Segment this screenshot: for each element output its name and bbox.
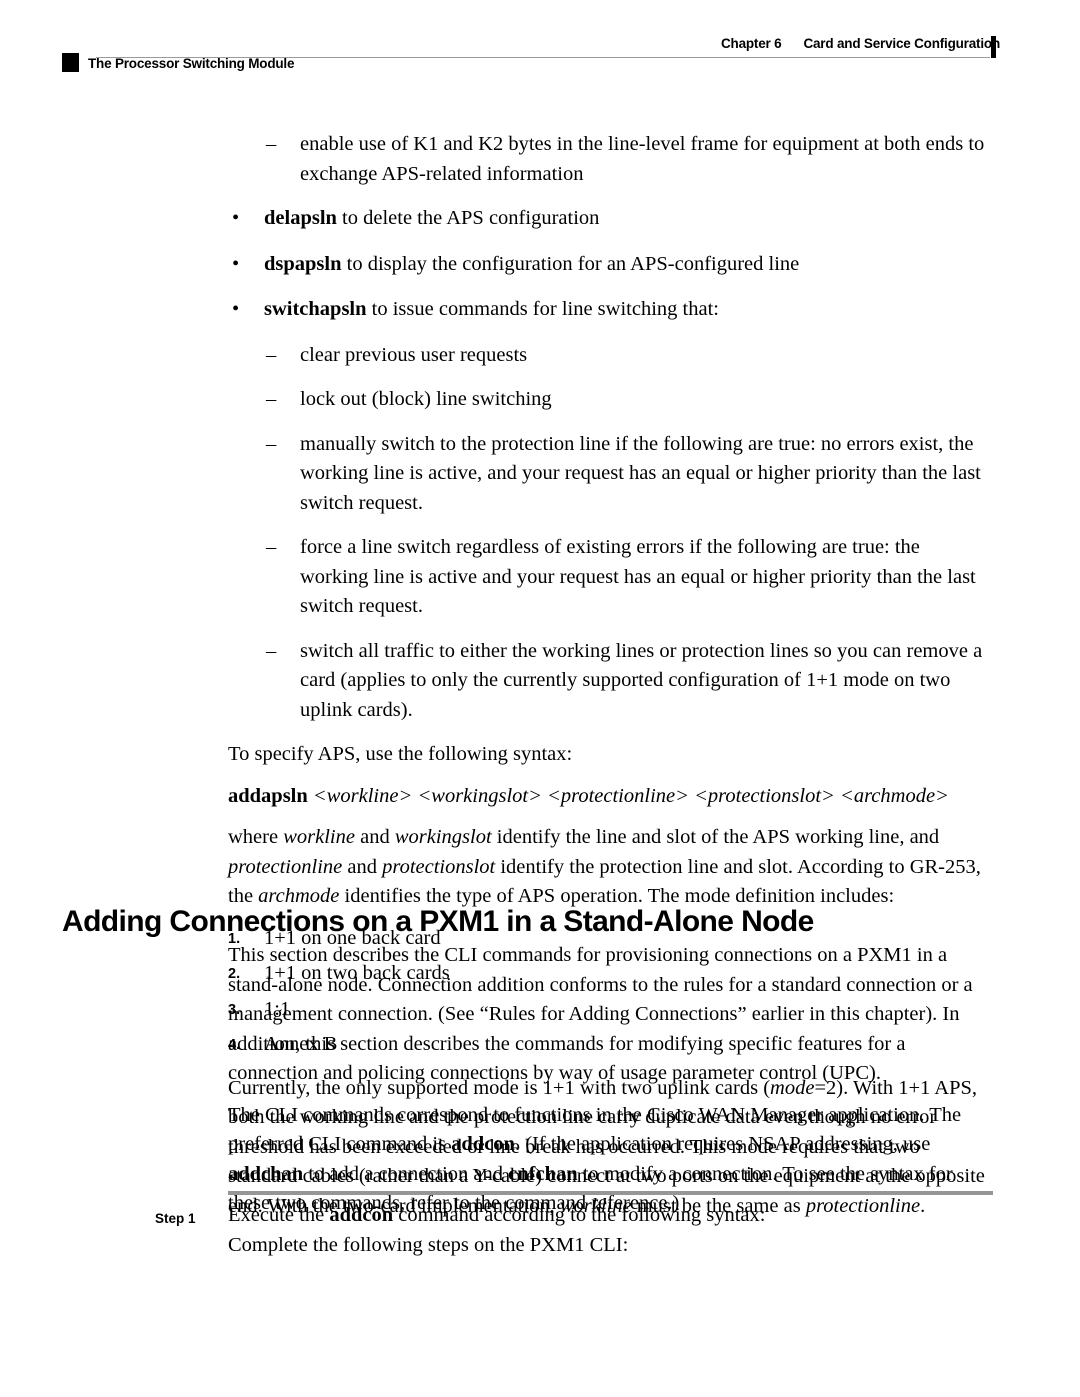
cli-command-1: addcon [451, 1133, 515, 1155]
syntax-command: addapsln [228, 784, 308, 807]
list-item: – enable use of K1 and K2 bytes in the l… [264, 130, 992, 189]
command-name: dspapsln [264, 252, 342, 275]
document-page: Chapter 6 Card and Service Configuration … [0, 0, 1080, 1397]
list-item-text: to display the configuration for an APS-… [341, 252, 800, 275]
where-italic-3: protectionline [228, 855, 343, 878]
dash-marker: – [266, 343, 277, 366]
step-divider [228, 1191, 993, 1195]
header-chapter-line: Chapter 6 Card and Service Configuration [64, 36, 1000, 51]
where-italic-2: workingslot [394, 826, 492, 848]
list-item: • dspapsln to display the configuration … [228, 250, 992, 280]
list-item-text: enable use of K1 and K2 bytes in the lin… [300, 133, 985, 185]
syntax-arguments: <workline> <workingslot> <protectionline… [312, 784, 949, 807]
step-text-1: Execute the [228, 1204, 330, 1226]
cli-text-2: . (If the application requires NSAP addr… [514, 1133, 931, 1155]
dash-marker: – [266, 133, 277, 155]
list-item-text: force a line switch regardless of existi… [300, 536, 976, 617]
list-item: • switchapsln to issue commands for line… [228, 295, 992, 325]
list-item: – force a line switch regardless of exis… [264, 533, 992, 622]
page-footer: Cisco MGX 8230 Edge Concentrator Install… [0, 1290, 1080, 1397]
where-text-6: identifies the type of APS operation. Th… [339, 885, 895, 907]
header-square-marker-icon [62, 53, 79, 72]
list-item-text: clear previous user requests [300, 343, 528, 366]
list-item: – lock out (block) line switching [264, 385, 992, 415]
list-item: • delapsln to delete the APS configurati… [228, 204, 992, 234]
dash-marker: – [266, 639, 277, 662]
syntax-line: addapsln <workline> <workingslot> <prote… [228, 782, 992, 812]
syntax-intro-paragraph: To specify APS, use the following syntax… [228, 743, 573, 765]
list-item-text: switch all traffic to either the working… [300, 639, 983, 721]
header-chapter-title: Card and Service Configuration [803, 36, 1000, 51]
command-name: delapsln [264, 207, 337, 229]
list-item-text: to issue commands for line switching tha… [366, 298, 719, 320]
cli-command-3: cnfchan [508, 1162, 578, 1185]
list-item-text: lock out (block) line switching [300, 388, 552, 410]
command-name: switchapsln [264, 298, 367, 320]
where-italic-4: protectionslot [382, 855, 496, 878]
bullet-marker: • [232, 298, 240, 320]
where-text-1: where [228, 826, 284, 848]
step-label: Step 1 [155, 1211, 196, 1226]
bullet-marker: • [232, 207, 240, 229]
where-text-4: and [342, 855, 383, 878]
complete-steps-paragraph: Complete the following steps on the PXM1… [228, 1233, 629, 1256]
step-text: Execute the addcon command according to … [228, 1201, 1018, 1231]
where-italic-5: archmode [258, 885, 340, 907]
where-text-3: identify the line and slot of the APS wo… [491, 826, 940, 848]
dash-marker: – [266, 388, 277, 410]
header-section-title: The Processor Switching Module [88, 56, 295, 71]
list-item-text: to delete the APS configuration [336, 207, 600, 229]
section-intro-paragraph: This section describes the CLI commands … [228, 944, 973, 1084]
where-text-2: and [354, 826, 395, 848]
step-text-2: command according to the following synta… [393, 1204, 766, 1226]
list-item-text: manually switch to the protection line i… [300, 432, 981, 514]
list-item: – switch all traffic to either the worki… [264, 637, 992, 726]
page-header: Chapter 6 Card and Service Configuration … [0, 0, 1080, 92]
step-command: addcon [329, 1204, 394, 1226]
header-chapter-number: Chapter 6 [720, 36, 782, 51]
dash-marker: – [266, 432, 277, 455]
list-item: – manually switch to the protection line… [264, 430, 992, 519]
header-end-bar [991, 36, 996, 58]
list-item: – clear previous user requests [264, 341, 992, 371]
cli-text-3: to add a connection and [303, 1162, 509, 1185]
bullet-marker: • [232, 252, 240, 275]
dash-marker: – [266, 536, 277, 558]
page-title: Adding Connections on a PXM1 in a Stand-… [62, 905, 814, 939]
cli-command-2: addchan [228, 1162, 304, 1185]
where-paragraph: where workline and workingslot identify … [228, 823, 992, 912]
where-italic-1: workline [283, 826, 355, 848]
